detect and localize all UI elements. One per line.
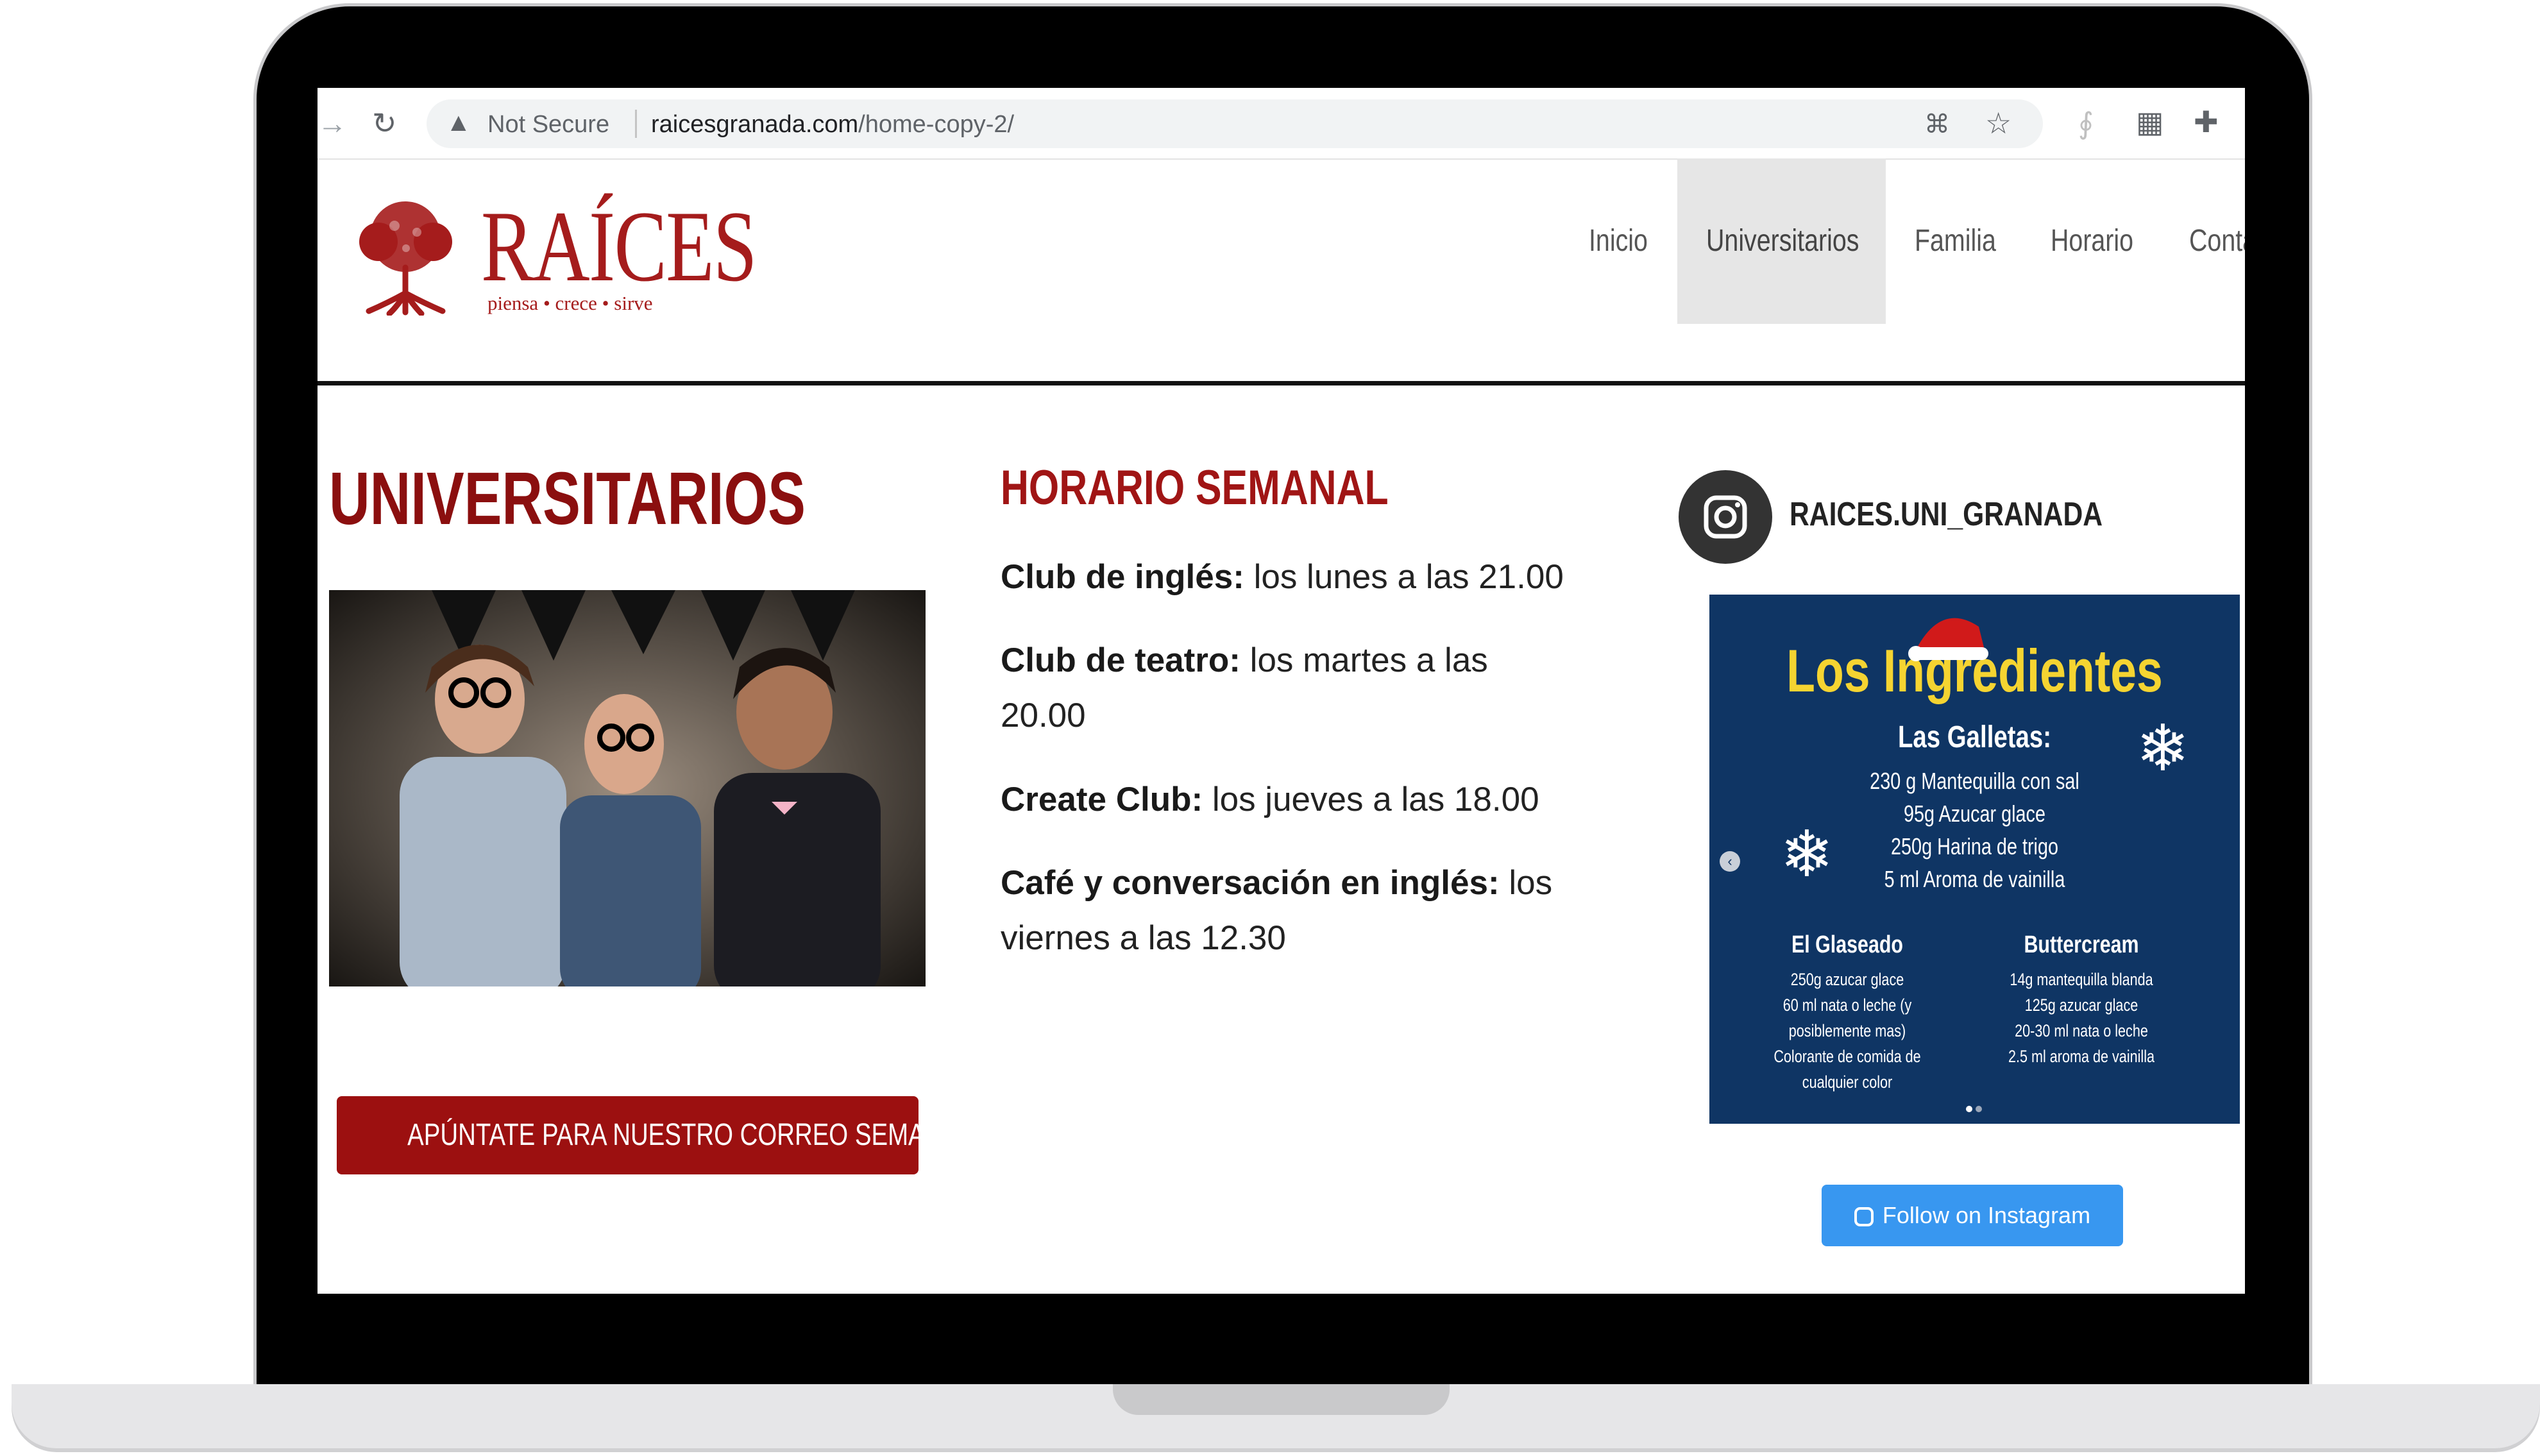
nav-item-universitarios[interactable]: Universitarios (1706, 158, 1859, 324)
nav-item-horario[interactable]: Horario (2051, 158, 2133, 324)
glaseado-title: El Glaseado (1791, 931, 1904, 958)
santa-hat-icon (1908, 618, 1988, 661)
newsletter-signup-label: APÚNTATE PARA NUESTRO CORREO SEMANAL (407, 1118, 973, 1152)
page-title: UNIVERSITARIOS (329, 457, 806, 540)
schedule-item-text: los jueves a las 18.00 (1203, 781, 1539, 818)
instagram-post[interactable]: Los Ingredientes Las Galletas: 230 g Man… (1709, 595, 2240, 1124)
nav-item-familia[interactable]: Familia (1915, 158, 1996, 324)
follow-label: Follow on Instagram (1882, 1202, 2091, 1228)
url-text[interactable]: raicesgranada.com/home-copy-2/ (651, 111, 1014, 139)
glaseado-item: cualquier color (1802, 1072, 1893, 1092)
nav-item-contacto[interactable]: Conta (2189, 158, 2245, 324)
snowflake-icon: ❄ (2136, 713, 2190, 784)
newsletter-signup-button[interactable]: APÚNTATE PARA NUESTRO CORREO SEMANAL (337, 1096, 972, 1174)
nav-item-inicio[interactable]: Inicio (1589, 158, 1648, 324)
glaseado-item: posiblemente mas) (1788, 1021, 1906, 1040)
glaseado-item: 60 ml nata o leche (y (1782, 995, 1912, 1015)
translate-icon[interactable]: ⌘ (1924, 110, 1950, 139)
carousel-dot[interactable] (1976, 1106, 1982, 1112)
students-photo (329, 590, 926, 986)
security-label[interactable]: Not Secure (487, 111, 609, 139)
buttercream-list: 14g mantequilla blanda 125g azucar glace… (1989, 967, 2174, 1069)
schedule-item: Café y conversación en inglés: los viern… (1001, 856, 1578, 966)
snowflake-icon: ❄ (1780, 818, 1834, 890)
extension-leaf-icon[interactable]: ∮ (2078, 108, 2094, 138)
laptop-notch (1113, 1384, 1450, 1415)
glaseado-item: 250g azucar glace (1790, 970, 1904, 989)
tree-logo-icon[interactable] (350, 197, 462, 316)
galletas-title: Las Galletas: (1897, 720, 2052, 754)
schedule-item: Create Club: los jueves a las 18.00 (1001, 772, 1578, 827)
logo-tagline: piensa • crece • sirve (487, 292, 653, 314)
url-host: raicesgranada.com (651, 111, 859, 138)
schedule-item-label: Create Club: (1001, 781, 1203, 818)
follow-on-instagram-button[interactable]: Follow on Instagram (1822, 1185, 2123, 1246)
buttercream-title: Buttercream (2024, 931, 2139, 958)
warning-icon[interactable]: ▲ (446, 108, 471, 137)
galletas-item: 230 g Mantequilla con sal (1870, 768, 2079, 794)
schedule-title: HORARIO SEMANAL (1001, 461, 1389, 515)
instagram-icon (1854, 1207, 1874, 1227)
glaseado-item: Colorante de comida de (1774, 1047, 1921, 1066)
schedule-item-label: Club de teatro: (1001, 641, 1240, 679)
reload-icon[interactable]: ↻ (372, 108, 397, 138)
schedule-item: Club de inglés: los lunes a las 21.00 (1001, 550, 1578, 605)
logo-wordmark[interactable]: RAÍCES (481, 196, 757, 298)
forward-icon[interactable]: → (318, 108, 347, 138)
instagram-avatar[interactable] (1679, 470, 1772, 564)
buttercream-item: 14g mantequilla blanda (2010, 970, 2153, 989)
bookmark-star-icon[interactable]: ☆ (1985, 108, 2011, 138)
instagram-handle[interactable]: RAICES.UNI_GRANADA (1790, 495, 2103, 534)
browser-toolbar: → ↻ ▲ Not Secure raicesgranada.com/home-… (318, 88, 2245, 160)
address-separator (635, 110, 637, 138)
browser-window: → ↻ ▲ Not Secure raicesgranada.com/home-… (318, 88, 2245, 1294)
buttercream-item: 125g azucar glace (2024, 995, 2138, 1015)
header-divider (318, 381, 2245, 385)
address-bar[interactable]: ▲ Not Secure raicesgranada.com/home-copy… (427, 99, 2043, 148)
carousel-prev-icon[interactable]: ‹ (1720, 851, 1740, 872)
schedule-item-label: Club de inglés: (1001, 558, 1244, 596)
url-path: /home-copy-2/ (858, 111, 1015, 138)
buttercream-item: 20-30 ml nata o leche (2015, 1021, 2148, 1040)
grid-extension-icon[interactable]: ▦ (2136, 107, 2163, 137)
schedule-item: Club de teatro: los martes a las 20.00 (1001, 633, 1578, 743)
instagram-icon (1704, 495, 1747, 539)
glaseado-list: 250g azucar glace 60 ml nata o leche (y … (1737, 967, 1958, 1095)
schedule-item-text: los lunes a las 21.00 (1244, 558, 1564, 596)
puzzle-extensions-icon[interactable]: ✚ (2194, 107, 2219, 137)
carousel-dot-active[interactable] (1966, 1106, 1972, 1112)
schedule-item-label: Café y conversación en inglés: (1001, 864, 1500, 902)
buttercream-item: 2.5 ml aroma de vainilla (2008, 1047, 2155, 1066)
